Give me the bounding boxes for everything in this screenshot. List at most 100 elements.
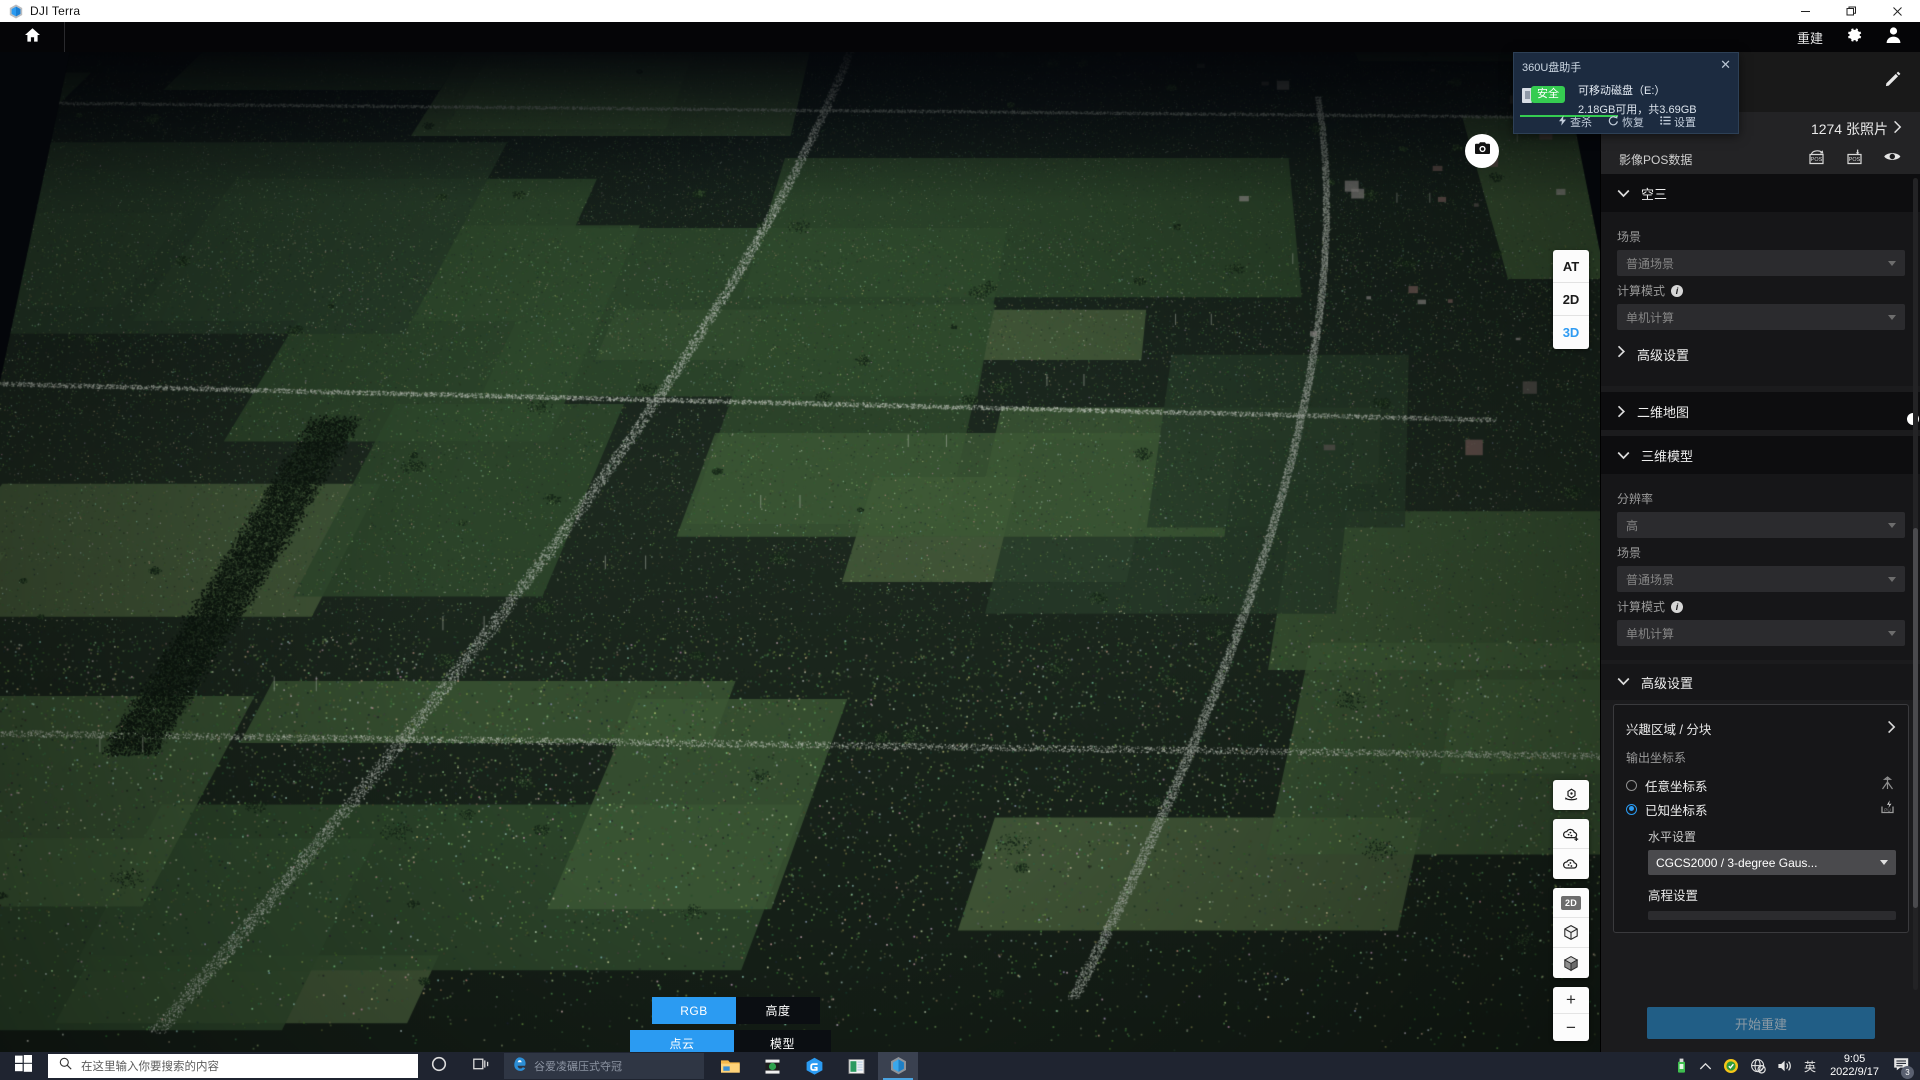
point-cloud-canvas[interactable] bbox=[0, 52, 1600, 1052]
section-header-advanced[interactable]: 高级设置 bbox=[1601, 664, 1920, 700]
info-icon[interactable]: i bbox=[1671, 284, 1684, 297]
import-cs-icon[interactable]: PU bbox=[1879, 799, 1896, 820]
view-mode-switcher: AT 2D 3D bbox=[1553, 250, 1589, 349]
task-view-button[interactable] bbox=[460, 1052, 502, 1080]
start-reconstruction-button[interactable]: 开始重建 bbox=[1647, 1007, 1875, 1039]
usb-settings-action[interactable]: 设置 bbox=[1660, 114, 1696, 130]
start-button[interactable] bbox=[0, 1052, 46, 1080]
radio-known-label: 已知坐标系 bbox=[1645, 803, 1708, 818]
taskbar-app-file-explorer[interactable] bbox=[710, 1052, 750, 1080]
segment-rgb[interactable]: RGB bbox=[652, 997, 736, 1024]
dji-terra-logo-icon bbox=[9, 4, 23, 19]
horizontal-label: 水平设置 bbox=[1648, 830, 1697, 844]
taskbar-app-video-player[interactable] bbox=[752, 1052, 792, 1080]
edit-button[interactable] bbox=[1884, 70, 1902, 93]
at-compute-select[interactable]: 单机计算 bbox=[1617, 304, 1905, 330]
model-scene-value: 普通场景 bbox=[1626, 572, 1675, 587]
radio-known-cs[interactable]: 已知坐标系 PU bbox=[1626, 797, 1896, 821]
snapshot-button[interactable] bbox=[1465, 134, 1499, 168]
point-cloud-viewport[interactable]: AT 2D 3D 2D + − RGB 高度 点云 模型 bbox=[0, 52, 1600, 1052]
at-compute-label-text: 计算模式 bbox=[1617, 284, 1666, 298]
view-mode-at[interactable]: AT bbox=[1553, 250, 1589, 283]
cortana-button[interactable] bbox=[418, 1052, 460, 1080]
account-button[interactable] bbox=[1885, 26, 1902, 49]
at-scene-select[interactable]: 普通场景 bbox=[1617, 250, 1905, 276]
at-compute-value: 单机计算 bbox=[1626, 310, 1675, 325]
maximize-button[interactable] bbox=[1828, 0, 1874, 22]
tripod-icon[interactable] bbox=[1879, 775, 1896, 796]
taskbar-app-excel[interactable] bbox=[836, 1052, 876, 1080]
section-title-2dmap: 二维地图 bbox=[1637, 404, 1690, 420]
home-button[interactable] bbox=[0, 22, 65, 52]
zoom-out-icon[interactable]: − bbox=[1553, 1014, 1589, 1041]
ime-indicator[interactable]: 英 bbox=[1804, 1058, 1816, 1075]
notification-center-button[interactable]: 3 bbox=[1893, 1056, 1914, 1079]
usb-safe-remove-icon[interactable] bbox=[1675, 1058, 1688, 1074]
zoom-in-icon[interactable]: + bbox=[1553, 987, 1589, 1014]
section-header-3dmodel[interactable]: 三维模型 bbox=[1601, 436, 1920, 474]
segment-model[interactable]: 模型 bbox=[734, 1030, 831, 1052]
taskbar-app-gitee[interactable] bbox=[794, 1052, 834, 1080]
restore-icon bbox=[1608, 115, 1619, 129]
header-rebuild-label[interactable]: 重建 bbox=[1797, 28, 1823, 47]
taskbar-app-dji-terra[interactable] bbox=[878, 1052, 918, 1080]
panel-scrollbar[interactable] bbox=[1913, 178, 1918, 990]
radio-arbitrary-cs[interactable]: 任意坐标系 bbox=[1626, 773, 1896, 797]
horizontal-cs-select[interactable]: CGCS2000 / 3-degree Gaus... bbox=[1648, 850, 1896, 875]
section-header-aerotriangulation[interactable]: 空三 bbox=[1601, 174, 1920, 212]
windows-icon bbox=[14, 1055, 32, 1077]
pos-data-label: 影像POS数据 bbox=[1619, 152, 1693, 167]
search-placeholder-text: 在这里输入你要搜索的内容 bbox=[81, 1061, 219, 1073]
2d-view-icon[interactable]: 2D bbox=[1553, 888, 1589, 918]
close-icon[interactable]: ✕ bbox=[1720, 58, 1731, 71]
elevation-select[interactable] bbox=[1648, 911, 1896, 920]
point-cloud-add-icon[interactable] bbox=[1553, 819, 1589, 849]
point-cloud-icon[interactable] bbox=[1553, 849, 1589, 879]
taskbar-ie-window[interactable]: 谷爱凌碾压式夺冠 bbox=[504, 1053, 704, 1079]
clock[interactable]: 9:05 2022/9/17 bbox=[1827, 1053, 1882, 1078]
section-body-3dmodel: 分辨率 高 场景 普通场景 计算模式 i 单机计算 bbox=[1601, 474, 1920, 660]
model-compute-select[interactable]: 单机计算 bbox=[1617, 620, 1905, 646]
chevron-up-icon[interactable] bbox=[1699, 1062, 1712, 1071]
usb-restore-action[interactable]: 恢复 bbox=[1608, 114, 1644, 130]
svg-text:POS: POS bbox=[1849, 157, 1861, 163]
chevron-down-icon bbox=[1888, 576, 1896, 582]
network-offline-icon[interactable] bbox=[1750, 1058, 1766, 1074]
taskbar-ie-label: 谷爱凌碾压式夺冠 bbox=[534, 1061, 622, 1073]
panel-scroll-area[interactable]: 空三 场景 普通场景 计算模式 i 单机计算 高级设置 二维地图 三维模型 分辨… bbox=[1601, 174, 1920, 994]
scrollbar-thumb[interactable] bbox=[1913, 528, 1918, 908]
settings-button[interactable] bbox=[1845, 26, 1863, 49]
tool-group-cloud bbox=[1553, 819, 1589, 879]
search-input[interactable]: 在这里输入你要搜索的内容 bbox=[48, 1054, 418, 1078]
usb-helper-title: 360U盘助手 bbox=[1522, 62, 1582, 74]
volume-icon[interactable] bbox=[1777, 1059, 1793, 1073]
model-resolution-select[interactable]: 高 bbox=[1617, 512, 1905, 538]
eye-icon[interactable] bbox=[1883, 150, 1902, 168]
usb-scan-action[interactable]: 查杀 bbox=[1558, 114, 1592, 130]
model-scene-label: 场景 bbox=[1617, 546, 1642, 560]
close-button[interactable] bbox=[1874, 0, 1920, 22]
model-scene-select[interactable]: 普通场景 bbox=[1617, 566, 1905, 592]
chevron-down-icon bbox=[1888, 630, 1896, 636]
orbit-icon[interactable] bbox=[1553, 780, 1589, 810]
view-mode-3d[interactable]: 3D bbox=[1553, 316, 1589, 349]
clock-date: 2022/9/17 bbox=[1830, 1066, 1879, 1078]
elevation-label: 高程设置 bbox=[1648, 889, 1699, 903]
info-icon[interactable]: i bbox=[1671, 600, 1684, 613]
horizontal-setting-group: 水平设置 CGCS2000 / 3-degree Gaus... 高程设置 bbox=[1626, 828, 1896, 920]
section-header-2dmap[interactable]: 二维地图 bbox=[1601, 392, 1920, 430]
view-mode-2d[interactable]: 2D bbox=[1553, 283, 1589, 316]
pos-import-icon[interactable]: POS bbox=[1845, 149, 1864, 170]
360-shield-icon[interactable] bbox=[1723, 1058, 1739, 1074]
minimize-button[interactable] bbox=[1782, 0, 1828, 22]
clock-time: 9:05 bbox=[1843, 1053, 1866, 1066]
segment-point-cloud[interactable]: 点云 bbox=[630, 1030, 734, 1052]
pos-data-row: 影像POS数据 POS POS bbox=[1619, 146, 1902, 172]
roi-row[interactable]: 兴趣区域 / 分块 bbox=[1626, 715, 1896, 741]
taskbar-tray: 英 9:05 2022/9/17 3 bbox=[1675, 1053, 1920, 1079]
segment-height[interactable]: 高度 bbox=[736, 997, 820, 1024]
at-advanced-toggle[interactable]: 高级设置 bbox=[1617, 336, 1905, 372]
pos-export-icon[interactable]: POS bbox=[1807, 149, 1826, 170]
cube-outline-icon[interactable] bbox=[1553, 918, 1589, 948]
cube-solid-icon[interactable] bbox=[1553, 948, 1589, 978]
